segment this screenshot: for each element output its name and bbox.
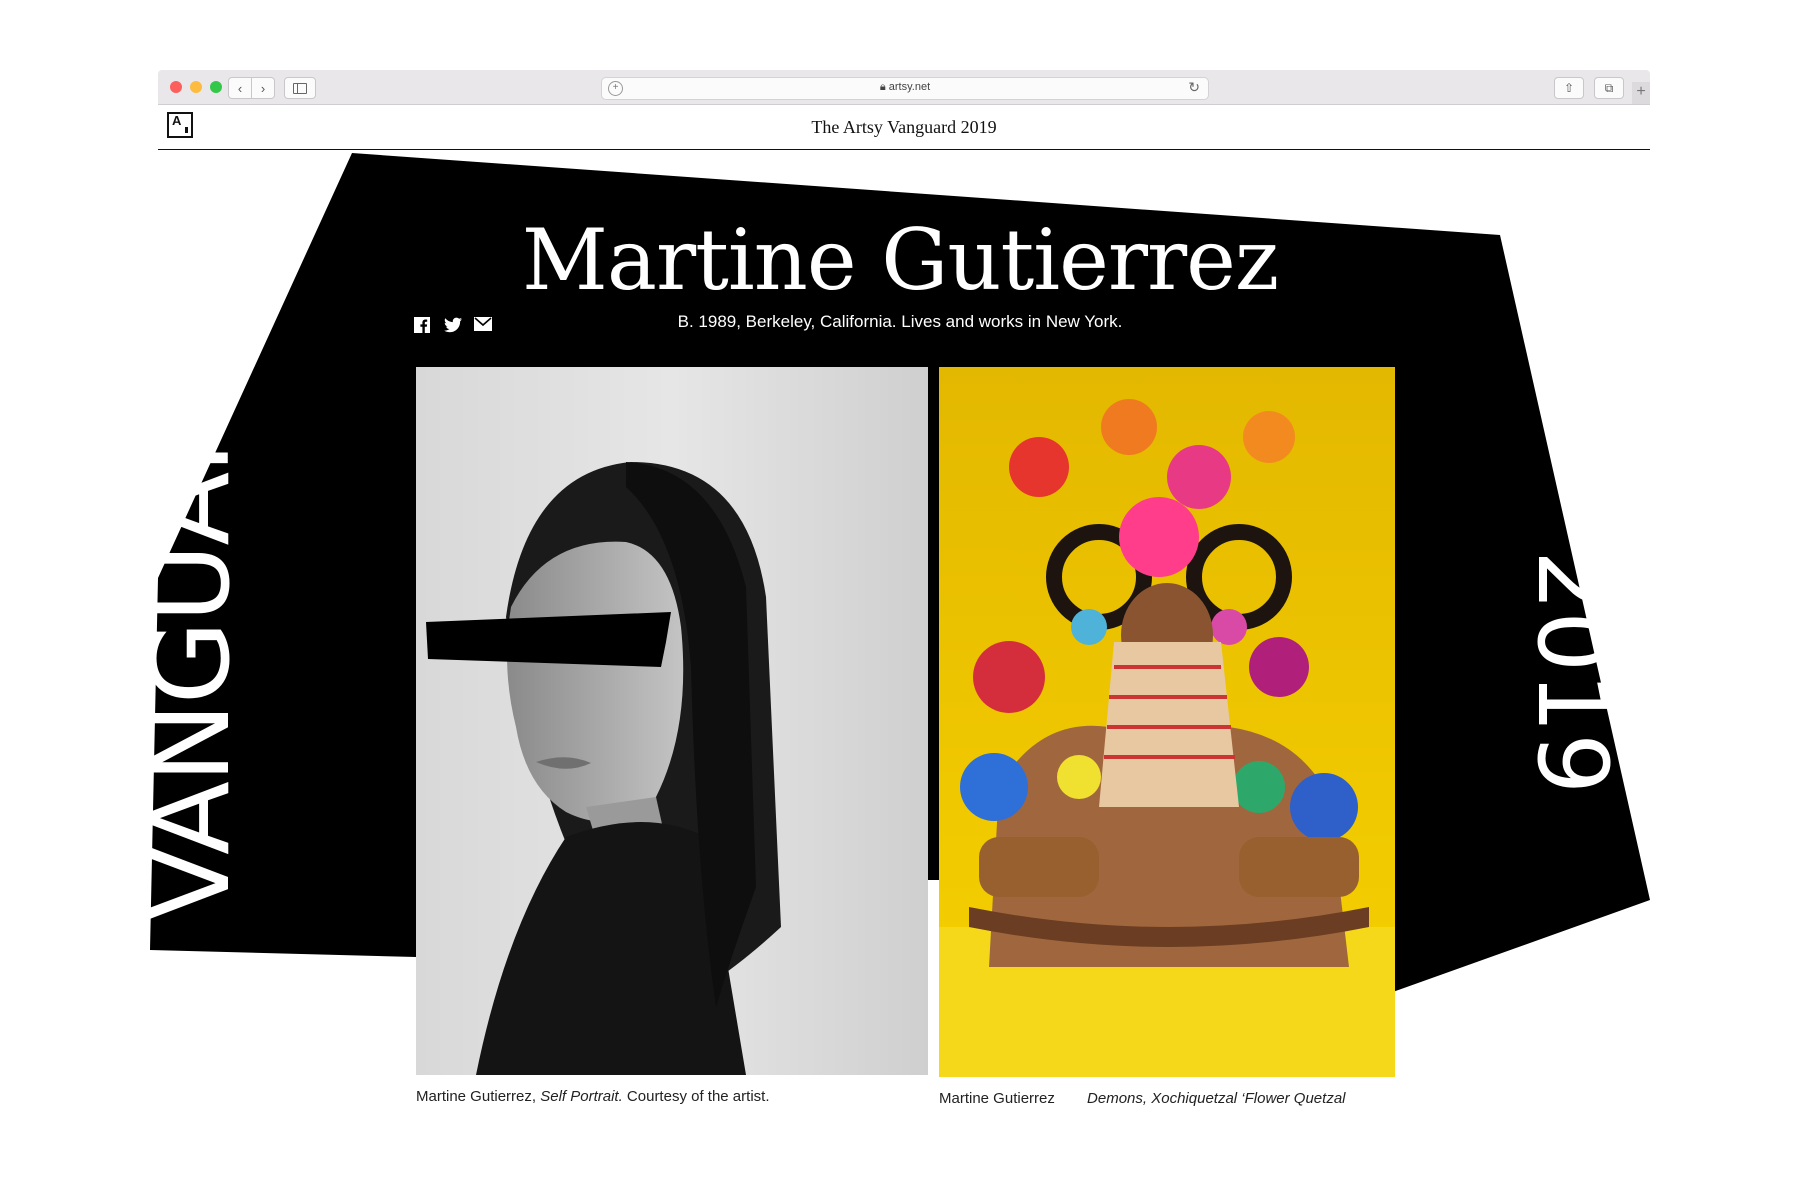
artist-name: Martine Gutierrez — [521, 211, 1279, 309]
facebook-icon[interactable] — [414, 317, 432, 335]
artist-bio: B. 1989, Berkeley, California. Lives and… — [677, 312, 1123, 331]
email-icon[interactable] — [474, 317, 492, 335]
self-portrait-image[interactable] — [416, 367, 928, 1075]
year-side-text: 2019 — [1516, 550, 1628, 795]
demons-artwork-image[interactable] — [939, 367, 1395, 1077]
self-portrait-caption: Martine Gutierrez, Self Portrait. Courte… — [416, 1088, 770, 1105]
share-links — [414, 317, 492, 335]
demons-caption: Martine Gutierrez Demons, Xochiquetzal ‘… — [939, 1090, 1346, 1107]
vanguard-side-text: VANGUARD — [129, 319, 254, 920]
twitter-icon[interactable] — [444, 317, 462, 335]
